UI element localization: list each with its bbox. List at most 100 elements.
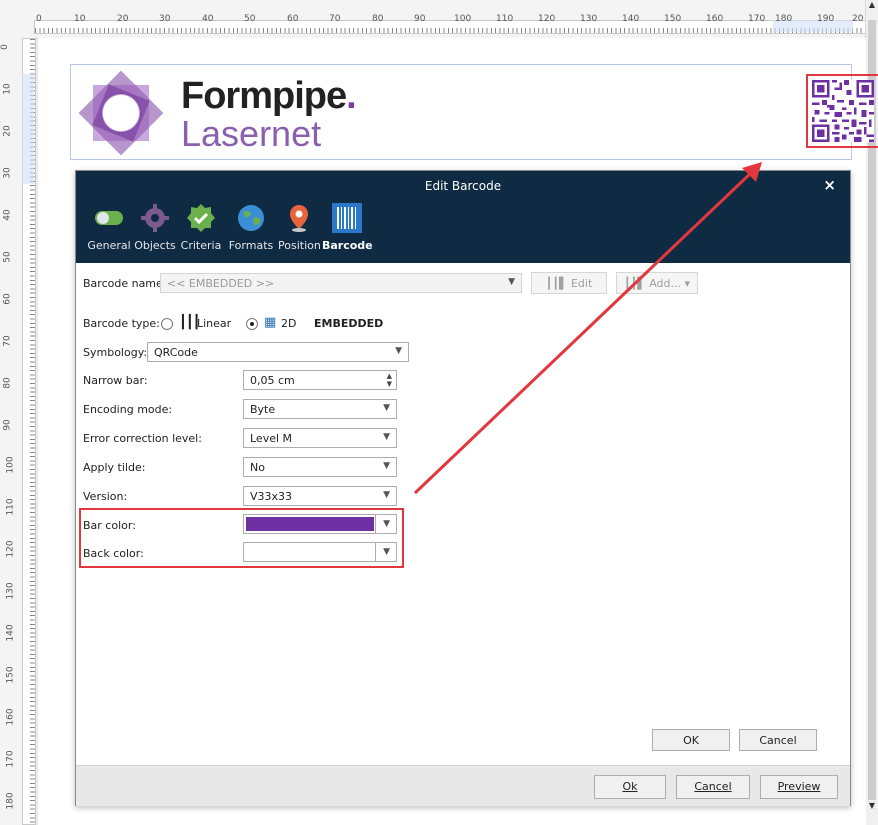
divider bbox=[375, 543, 376, 561]
close-icon[interactable]: × bbox=[823, 176, 836, 194]
error-correction-label: Error correction level: bbox=[83, 432, 202, 445]
qr-barcode-object[interactable] bbox=[806, 74, 878, 148]
radio-linear[interactable] bbox=[161, 318, 173, 330]
toggle-icon bbox=[95, 211, 123, 225]
radio-linear-label: Linear bbox=[197, 317, 232, 330]
globe-icon bbox=[238, 205, 264, 231]
ruler-tick: 60 bbox=[2, 293, 13, 305]
chevron-down-icon: ▼ bbox=[383, 403, 390, 413]
qr-code-icon bbox=[812, 80, 874, 142]
spin-arrows-icon[interactable]: ▲ ▼ bbox=[387, 372, 392, 388]
tab-general[interactable]: General bbox=[87, 203, 131, 252]
vertical-ruler: 0 10 20 30 40 50 60 70 80 90 100 110 120… bbox=[0, 38, 36, 825]
ruler-tick: 130 bbox=[5, 582, 16, 600]
ok-button-label: OK bbox=[683, 734, 699, 747]
radio-2d[interactable] bbox=[246, 318, 258, 330]
scroll-down-icon[interactable]: ▼ bbox=[866, 801, 878, 815]
barcode-settings-panel: Barcode name << EMBEDDED >> ▼ ┃┃▌ Edit ┃… bbox=[76, 263, 850, 773]
edit-button[interactable]: ┃┃▌ Edit bbox=[531, 272, 607, 294]
version-value: V33x33 bbox=[250, 490, 293, 503]
tab-label: Formats bbox=[228, 239, 274, 252]
add-button[interactable]: ┃┃▌ Add... ▾ bbox=[616, 272, 698, 294]
ruler-tick: 170 bbox=[748, 14, 766, 24]
ruler-tick: 50 bbox=[244, 14, 256, 24]
narrow-bar-label: Narrow bar: bbox=[83, 374, 148, 387]
narrow-bar-stepper[interactable]: 0,05 cm ▲ ▼ bbox=[243, 370, 397, 390]
ruler-tick: 160 bbox=[706, 14, 724, 24]
footer-ok-button[interactable]: Ok bbox=[594, 775, 666, 799]
edit-barcode-dialog[interactable]: Edit Barcode × General Objects Criteria bbox=[75, 170, 851, 806]
ruler-tick: 90 bbox=[414, 14, 426, 24]
gear-icon bbox=[141, 204, 169, 232]
chevron-down-icon: ▼ bbox=[395, 346, 402, 356]
ruler-tick: 40 bbox=[202, 14, 214, 24]
chevron-down-icon: ▼ bbox=[508, 277, 515, 287]
error-correction-select[interactable]: Level M ▼ bbox=[243, 428, 397, 448]
ruler-tick: 20 bbox=[117, 14, 129, 24]
qr-icon: ▦ bbox=[264, 315, 277, 330]
footer-preview-button[interactable]: Preview bbox=[760, 775, 838, 799]
dialog-footer: Ok Cancel Preview bbox=[76, 765, 850, 806]
bar-color-swatch bbox=[246, 517, 374, 531]
radio-2d-label: 2D bbox=[281, 317, 297, 330]
ruler-tick: 10 bbox=[74, 14, 86, 24]
ruler-tick: 170 bbox=[5, 750, 16, 768]
ruler-tick: 110 bbox=[5, 498, 16, 516]
bar-color-picker[interactable]: ▼ bbox=[243, 514, 397, 534]
apply-tilde-select[interactable]: No ▼ bbox=[243, 457, 397, 477]
ruler-tick: 130 bbox=[580, 14, 598, 24]
version-label: Version: bbox=[83, 490, 128, 503]
version-select[interactable]: V33x33 ▼ bbox=[243, 486, 397, 506]
header-band[interactable]: Formpipe. Lasernet bbox=[70, 64, 878, 160]
barcode-add-icon: ┃┃▌ bbox=[623, 277, 646, 290]
ruler-tick: 90 bbox=[2, 419, 13, 431]
ruler-tick: 50 bbox=[2, 251, 13, 263]
footer-preview-label: Preview bbox=[777, 780, 821, 793]
barcode-icon bbox=[332, 203, 362, 233]
dialog-header: Edit Barcode × General Objects Criteria bbox=[76, 171, 850, 263]
cancel-button[interactable]: Cancel bbox=[739, 729, 817, 751]
ruler-tick: 120 bbox=[5, 540, 16, 558]
chevron-down-icon: ▾ bbox=[684, 277, 691, 290]
logo-word-formpipe: Formpipe bbox=[181, 75, 347, 117]
symbology-select[interactable]: QRCode ▼ bbox=[147, 342, 409, 362]
horizontal-ruler: 0 10 20 30 40 50 60 70 80 90 100 110 120… bbox=[0, 0, 866, 39]
ruler-selection bbox=[22, 74, 34, 184]
tab-barcode[interactable]: Barcode bbox=[322, 203, 373, 252]
back-color-picker[interactable]: ▼ bbox=[243, 542, 397, 562]
tab-criteria[interactable]: Criteria bbox=[179, 203, 223, 252]
ruler-tick: 60 bbox=[287, 14, 299, 24]
ruler-tick: 80 bbox=[2, 377, 13, 389]
chevron-down-icon: ▼ bbox=[383, 432, 390, 442]
logo-dot: . bbox=[346, 75, 357, 117]
ruler-tick: 20 bbox=[852, 14, 864, 24]
ruler-tick: 0 bbox=[36, 14, 42, 24]
logo-word-lasernet: Lasernet bbox=[181, 113, 322, 154]
edit-button-label: Edit bbox=[570, 277, 593, 290]
ruler-tick: 140 bbox=[622, 14, 640, 24]
ok-button[interactable]: OK bbox=[652, 729, 730, 751]
footer-ok-label: Ok bbox=[622, 780, 638, 793]
barcode-edit-icon: ┃┃▌ bbox=[545, 277, 568, 290]
ruler-tick: 120 bbox=[538, 14, 556, 24]
tab-objects[interactable]: Objects bbox=[133, 203, 177, 252]
scroll-up-icon[interactable]: ▲ bbox=[866, 0, 878, 14]
apply-tilde-value: No bbox=[250, 461, 265, 474]
barcode-type-label: Barcode type: bbox=[83, 317, 160, 330]
footer-cancel-button[interactable]: Cancel bbox=[676, 775, 750, 799]
tab-formats[interactable]: Formats bbox=[227, 203, 275, 252]
tab-label: Barcode bbox=[322, 239, 373, 252]
barcode-name-select[interactable]: << EMBEDDED >> ▼ bbox=[160, 273, 522, 293]
chevron-down-icon: ▼ bbox=[383, 490, 390, 500]
tab-position[interactable]: Position bbox=[278, 203, 321, 252]
barcode-name-label: Barcode name bbox=[83, 277, 163, 290]
ruler-tick: 150 bbox=[664, 14, 682, 24]
ruler-tick: 150 bbox=[5, 666, 16, 684]
ruler-tick: 30 bbox=[159, 14, 171, 24]
back-color-swatch bbox=[246, 545, 374, 559]
ruler-tick: 20 bbox=[2, 125, 13, 137]
encoding-mode-select[interactable]: Byte ▼ bbox=[243, 399, 397, 419]
apply-tilde-label: Apply tilde: bbox=[83, 461, 146, 474]
add-button-label: Add... bbox=[649, 277, 681, 290]
ruler-tick: 100 bbox=[454, 14, 472, 24]
